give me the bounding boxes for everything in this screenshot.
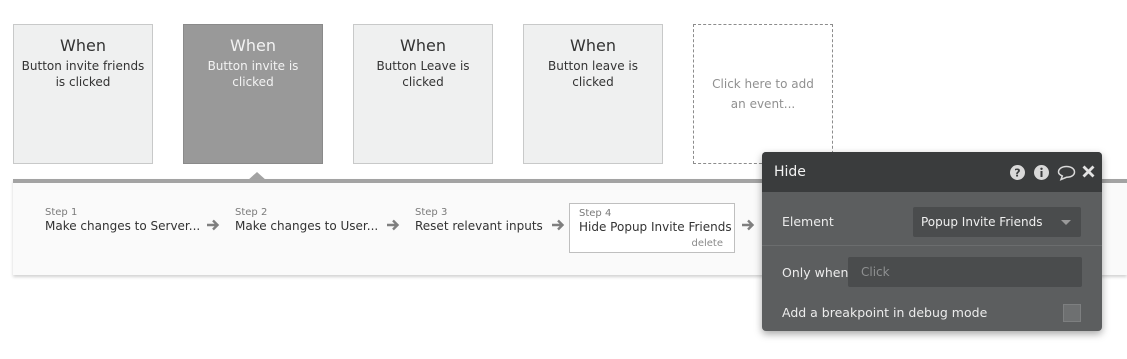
panel-icons: ?	[1009, 164, 1098, 181]
step-2[interactable]: Step 2 Make changes to User...	[225, 203, 390, 253]
step-number: Step 4	[579, 208, 612, 219]
step-3[interactable]: Step 3 Reset relevant inputs	[405, 203, 545, 253]
delete-step-link[interactable]: delete	[691, 238, 723, 249]
event-description: Button invite is clicked	[207, 59, 299, 89]
close-icon[interactable]	[1081, 164, 1098, 181]
arrow-right-icon	[742, 219, 755, 231]
event-card-invite[interactable]: When Button invite is clicked	[183, 24, 323, 164]
help-icon[interactable]: ?	[1009, 164, 1026, 181]
element-dropdown-value: Popup Invite Friends	[921, 215, 1043, 229]
event-when-label: When	[60, 36, 106, 55]
comment-icon[interactable]	[1057, 164, 1076, 181]
add-event-label: Click here to add an event...	[712, 77, 814, 111]
only-when-placeholder: Click	[861, 265, 890, 279]
step-number: Step 3	[415, 207, 448, 218]
arrow-right-icon	[387, 219, 400, 231]
svg-text:?: ?	[1014, 167, 1020, 180]
step-number: Step 2	[235, 207, 268, 218]
event-when-label: When	[230, 36, 276, 55]
event-description: Button invite friends is clicked	[21, 59, 145, 89]
action-properties-panel: Hide ? Element Popup Invite Friends Only…	[762, 152, 1102, 331]
step-title: Reset relevant inputs	[415, 219, 543, 233]
panel-header: Hide ?	[762, 152, 1102, 192]
event-card-leave-upper[interactable]: When Button Leave is clicked	[353, 24, 493, 164]
breakpoint-checkbox[interactable]	[1063, 304, 1081, 322]
info-icon[interactable]	[1033, 164, 1050, 181]
panel-divider	[762, 245, 1102, 246]
step-title: Make changes to Server...	[45, 219, 201, 233]
event-description: Button Leave is clicked	[376, 59, 470, 89]
event-card-invite-friends[interactable]: When Button invite friends is clicked	[13, 24, 153, 164]
step-title: Make changes to User...	[235, 219, 379, 233]
arrow-right-icon	[207, 219, 220, 231]
element-dropdown[interactable]: Popup Invite Friends	[913, 207, 1081, 237]
only-when-input[interactable]: Click	[848, 257, 1082, 287]
breakpoint-label: Add a breakpoint in debug mode	[782, 305, 988, 320]
step-1[interactable]: Step 1 Make changes to Server...	[35, 203, 200, 253]
chevron-down-icon	[1061, 220, 1071, 225]
arrow-right-icon	[552, 219, 565, 231]
step-number: Step 1	[45, 207, 78, 218]
step-title: Hide Popup Invite Friends	[579, 220, 732, 234]
event-when-label: When	[400, 36, 446, 55]
workflow-editor: When Button invite friends is clicked Wh…	[0, 0, 1127, 359]
only-when-label: Only when	[782, 265, 849, 280]
event-description: Button leave is clicked	[548, 59, 638, 89]
element-label: Element	[782, 214, 834, 229]
add-event-card[interactable]: Click here to add an event...	[693, 24, 833, 164]
panel-title: Hide	[774, 164, 806, 180]
event-when-label: When	[570, 36, 616, 55]
event-card-leave-lower[interactable]: When Button leave is clicked	[523, 24, 663, 164]
step-4[interactable]: Step 4 Hide Popup Invite Friends delete	[569, 203, 735, 253]
